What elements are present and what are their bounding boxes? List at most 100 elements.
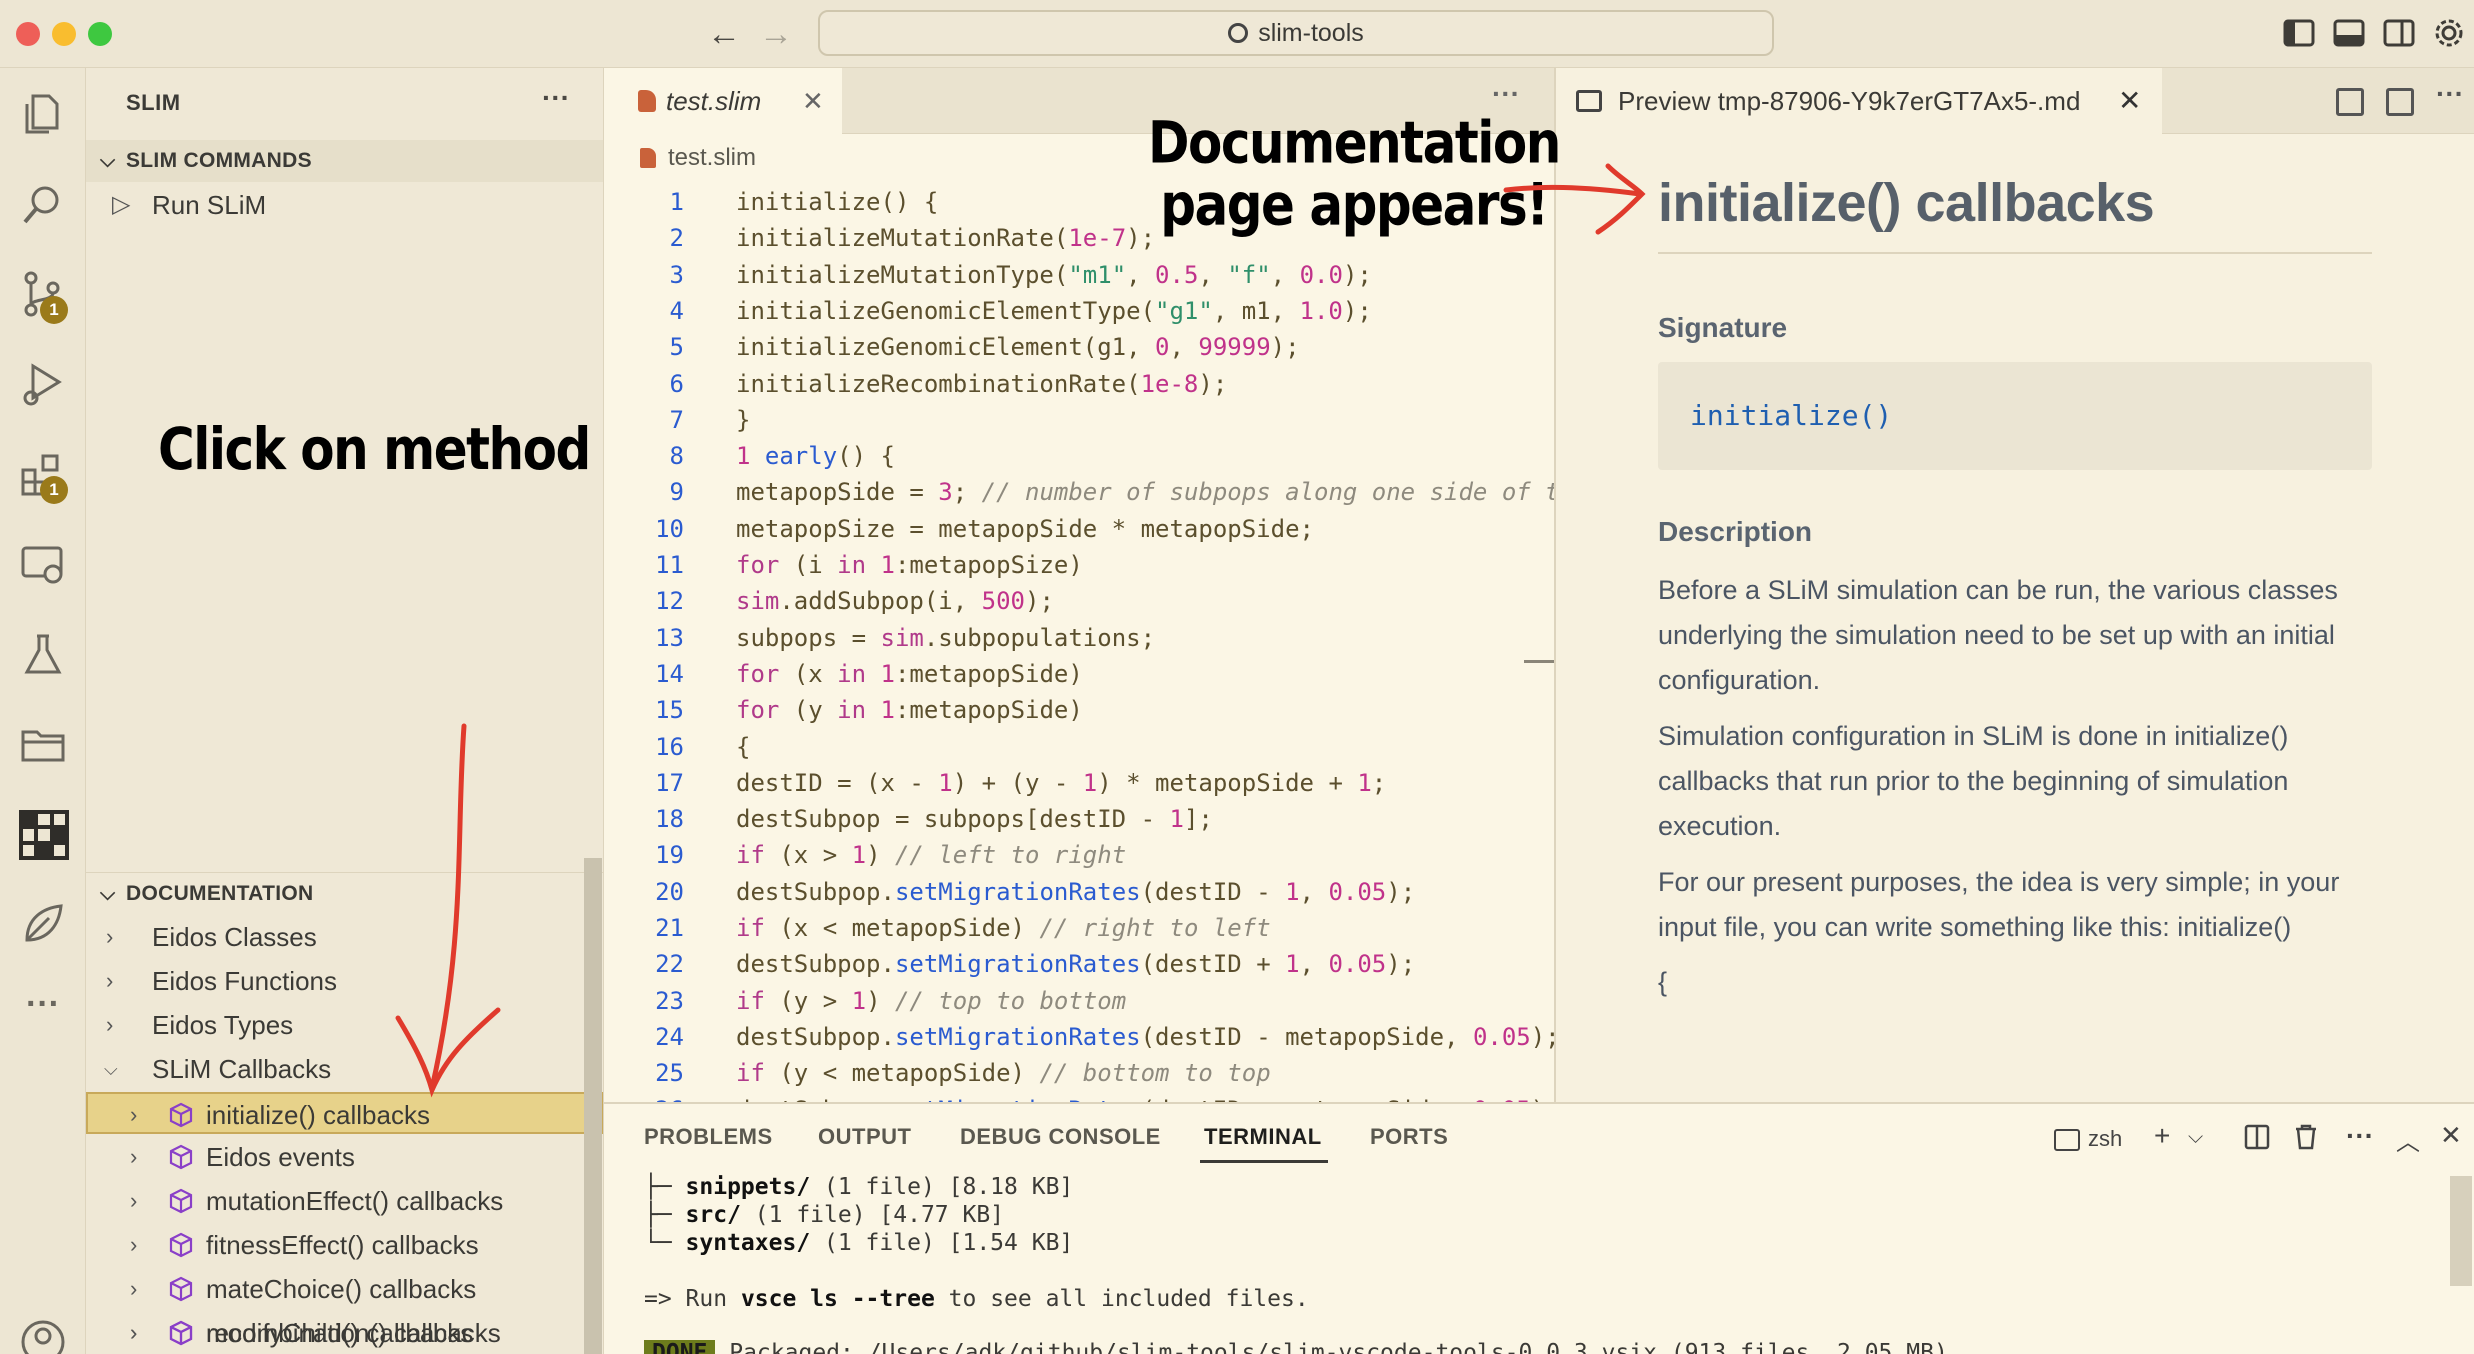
line-text: if (x < metapopSide) // right to left (736, 914, 1271, 942)
cube-icon (169, 1144, 193, 1170)
code-line[interactable]: 10 metapopSize = metapopSide * metapopSid… (604, 511, 1554, 547)
chevron-down-icon[interactable]: ⌵ (2188, 1126, 2203, 1149)
folder-icon[interactable] (0, 702, 86, 782)
more-views-icon[interactable]: ··· (0, 964, 86, 1044)
doc-recombination-callbacks[interactable]: › recombination() callbacks (86, 1312, 586, 1354)
code-line[interactable]: 21 if (x < metapopSide) // right to left (604, 910, 1554, 946)
account-icon[interactable] (0, 1300, 86, 1354)
code-line[interactable]: 11 for (i in 1:metapopSize) (604, 547, 1554, 583)
doc-eidos-functions[interactable]: › Eidos Functions (86, 960, 603, 1002)
preview-body: initialize() callbacks Signature initial… (1556, 134, 2474, 1102)
code-line[interactable]: 3 initializeMutationType("m1", 0.5, "f", … (604, 257, 1554, 293)
sidebar-more-actions[interactable]: ··· (542, 82, 570, 114)
forward-arrow-icon[interactable]: → (756, 14, 796, 54)
slim-file-icon (640, 148, 656, 168)
chevron-right-icon: › (106, 924, 114, 949)
doc-eidos-classes[interactable]: › Eidos Classes (86, 916, 603, 958)
slim-grid-icon[interactable] (0, 792, 86, 872)
code-line[interactable]: 24 destSubpop.setMigrationRates(destID - … (604, 1019, 1554, 1055)
code-line[interactable]: 17 destID = (x - 1) + (y - 1) * metapopSi… (604, 765, 1554, 801)
preview-more-actions[interactable]: ··· (2436, 78, 2464, 110)
run-debug-icon[interactable] (0, 342, 86, 422)
terminal-scrollbar[interactable] (2450, 1176, 2472, 1286)
code-line[interactable]: 19 if (x > 1) // left to right (604, 837, 1554, 873)
leaf-icon[interactable] (0, 882, 86, 962)
command-run-slim[interactable]: ▷ Run SLiM (86, 184, 603, 226)
code-line[interactable]: 23 if (y > 1) // top to bottom (604, 983, 1554, 1019)
close-icon[interactable]: ✕ (802, 68, 824, 134)
doc-eidos-types[interactable]: › Eidos Types (86, 1004, 603, 1046)
code-line[interactable]: 22 destSubpop.setMigrationRates(destID + … (604, 946, 1554, 982)
panel-more-actions[interactable]: ··· (2346, 1120, 2374, 1152)
doc-initialize-callbacks[interactable]: › initialize() callbacks (86, 1092, 603, 1134)
toggle-primary-sidebar-icon[interactable] (2282, 16, 2316, 50)
command-center-search[interactable]: slim-tools (818, 10, 1774, 56)
done-badge: DONE (644, 1340, 716, 1354)
maximize-panel-chevron-up-icon[interactable]: ︿ (2396, 1122, 2420, 1157)
new-terminal-plus-icon[interactable]: + (2154, 1120, 2170, 1152)
code-line[interactable]: 4 initializeGenomicElementType("g1", m1, … (604, 293, 1554, 329)
window-close-button[interactable] (16, 22, 40, 46)
code-line[interactable]: 8 1 early() { (604, 438, 1554, 474)
code-line[interactable]: 12 sim.addSubpop(i, 500); (604, 583, 1554, 619)
code-line[interactable]: 13 subpops = sim.subpopulations; (604, 620, 1554, 656)
tab-terminal[interactable]: TERMINAL (1204, 1124, 1322, 1150)
code-line[interactable]: 16 { (604, 729, 1554, 765)
code-line[interactable]: 5 initializeGenomicElement(g1, 0, 99999); (604, 329, 1554, 365)
doc-heading: initialize() callbacks (1658, 173, 2155, 233)
extensions-icon[interactable]: 1 (0, 432, 86, 512)
code-line[interactable]: 20 destSubpop.setMigrationRates(destID - … (604, 874, 1554, 910)
split-editor-icon[interactable] (2386, 88, 2414, 116)
source-control-icon[interactable]: 1 (0, 252, 86, 332)
red-arrow-right-annotation (1503, 163, 1646, 235)
doc-fitnesseffect-callbacks[interactable]: › fitnessEffect() callbacks (86, 1224, 603, 1266)
line-text: metapopSide = 3; // number of subpops al… (736, 478, 1554, 507)
window-minimize-button[interactable] (52, 22, 76, 46)
slim-commands-section-header[interactable]: ⌵ SLIM COMMANDS (86, 140, 603, 182)
tab-debug-console[interactable]: DEBUG CONSOLE (960, 1124, 1161, 1150)
code-line[interactable]: 25 if (y < metapopSide) // bottom to top (604, 1055, 1554, 1091)
code-line[interactable]: 7} (604, 402, 1554, 438)
preview-icon (1576, 90, 1602, 112)
code-line[interactable]: 6 initializeRecombinationRate(1e-8); (604, 366, 1554, 402)
code-line[interactable]: 9 metapopSide = 3; // number of subpops a… (604, 474, 1554, 510)
settings-gear-icon[interactable] (2432, 16, 2466, 50)
sidebar-scrollbar[interactable] (584, 858, 602, 1354)
editor-more-actions[interactable]: ··· (1492, 78, 1520, 110)
close-panel-icon[interactable]: ✕ (2440, 1120, 2462, 1151)
close-icon[interactable]: ✕ (2118, 68, 2141, 134)
heading-divider (1658, 252, 2372, 254)
back-arrow-icon[interactable]: ← (704, 14, 744, 54)
toggle-panel-icon[interactable] (2332, 16, 2366, 50)
code-line[interactable]: 15 for (y in 1:metapopSide) (604, 692, 1554, 728)
window-maximize-button[interactable] (88, 22, 112, 46)
tree-prefix: ├─ (644, 1174, 686, 1200)
explorer-icon[interactable] (0, 72, 86, 152)
code-line[interactable]: 18 destSubpop = subpops[destID - 1]; (604, 801, 1554, 837)
terminal-shell-selector[interactable]: zsh (2054, 1126, 2122, 1152)
breadcrumb[interactable]: test.slim (640, 144, 756, 172)
toggle-secondary-sidebar-icon[interactable] (2382, 16, 2416, 50)
line-number: 7 (669, 405, 684, 434)
tab-test-slim[interactable]: test.slim ✕ (604, 68, 842, 134)
doc-mutationeffect-callbacks[interactable]: › mutationEffect() callbacks (86, 1180, 603, 1222)
doc-eidos-events[interactable]: › Eidos events (86, 1136, 603, 1178)
code-line[interactable]: 14 for (x in 1:metapopSide) (604, 656, 1554, 692)
documentation-section-header[interactable]: ⌵ DOCUMENTATION (86, 872, 603, 914)
tab-preview[interactable]: Preview tmp-87906-Y9k7erGT7Ax5-.md ✕ (1556, 68, 2162, 134)
doc-matechoice-callbacks[interactable]: › mateChoice() callbacks (86, 1268, 603, 1310)
run-prefix: => Run (644, 1286, 741, 1312)
tab-ports[interactable]: PORTS (1370, 1124, 1448, 1150)
open-source-icon[interactable] (2336, 88, 2364, 116)
search-icon[interactable] (0, 162, 86, 242)
doc-slim-callbacks[interactable]: ⌵ SLiM Callbacks (86, 1048, 603, 1090)
testing-flask-icon[interactable] (0, 612, 86, 692)
tab-output[interactable]: OUTPUT (818, 1124, 911, 1150)
split-terminal-icon[interactable] (2244, 1124, 2270, 1157)
line-text: sim.addSubpop(i, 500); (736, 587, 1054, 616)
tab-problems[interactable]: PROBLEMS (644, 1124, 773, 1150)
remote-explorer-icon[interactable] (0, 522, 86, 602)
code-line[interactable]: 26 destSubpop.setMigrationRates(destID + … (604, 1092, 1554, 1103)
line-number: 1 (669, 188, 684, 216)
trash-icon[interactable] (2294, 1124, 2318, 1157)
